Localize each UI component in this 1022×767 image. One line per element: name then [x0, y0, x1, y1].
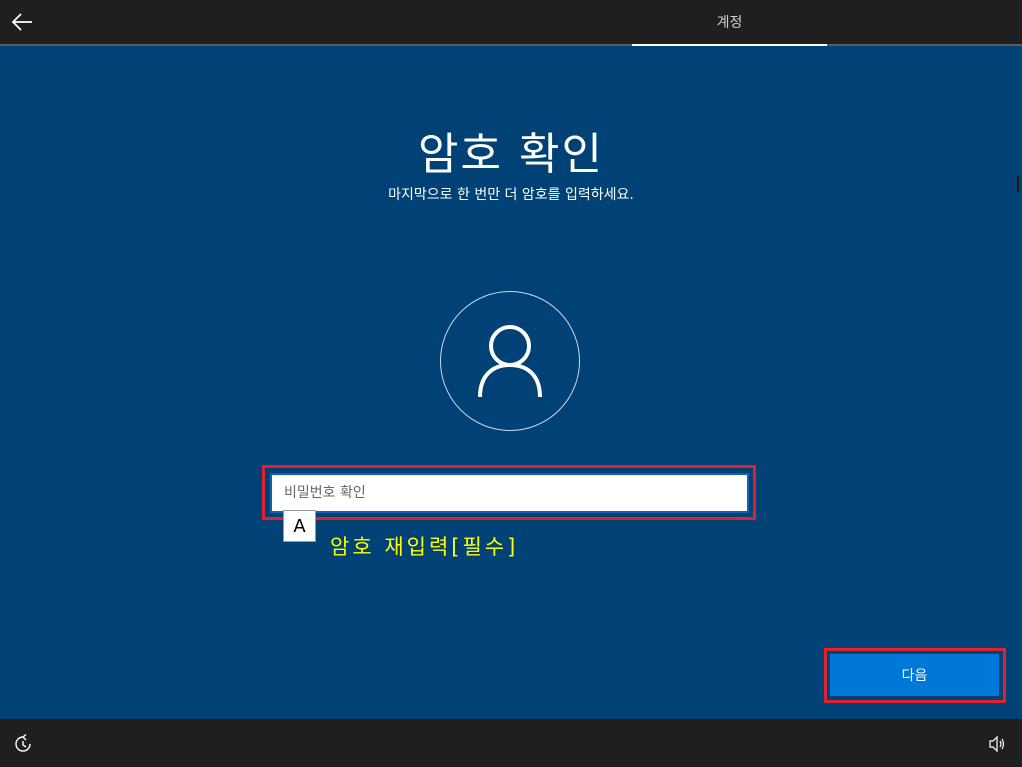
key-label-box: A [283, 510, 316, 542]
ease-of-access-icon [15, 734, 31, 752]
arrow-left-icon [11, 13, 32, 31]
volume-icon [989, 736, 1005, 752]
user-icon [478, 325, 542, 398]
ease-of-access-button[interactable] [12, 733, 34, 755]
scrollbar-thumb[interactable] [1017, 176, 1019, 192]
page-subtitle: 마지막으로 한 번만 더 암호를 입력하세요. [388, 187, 634, 203]
avatar [440, 291, 580, 431]
top-bar: 계정 [0, 0, 1022, 46]
page-title: 암호 확인 [418, 129, 604, 180]
annotation-label: 암호 재입력[필수] [330, 535, 519, 559]
main-content: 암호 확인 마지막으로 한 번만 더 암호를 입력하세요. A 암호 재입력[필… [0, 46, 1022, 719]
tab-account[interactable]: 계정 [632, 0, 827, 46]
confirm-password-input[interactable] [270, 473, 749, 513]
bottom-bar [0, 719, 1022, 767]
next-button[interactable]: 다음 [830, 654, 999, 696]
back-button[interactable] [6, 6, 38, 38]
volume-button[interactable] [986, 733, 1008, 755]
